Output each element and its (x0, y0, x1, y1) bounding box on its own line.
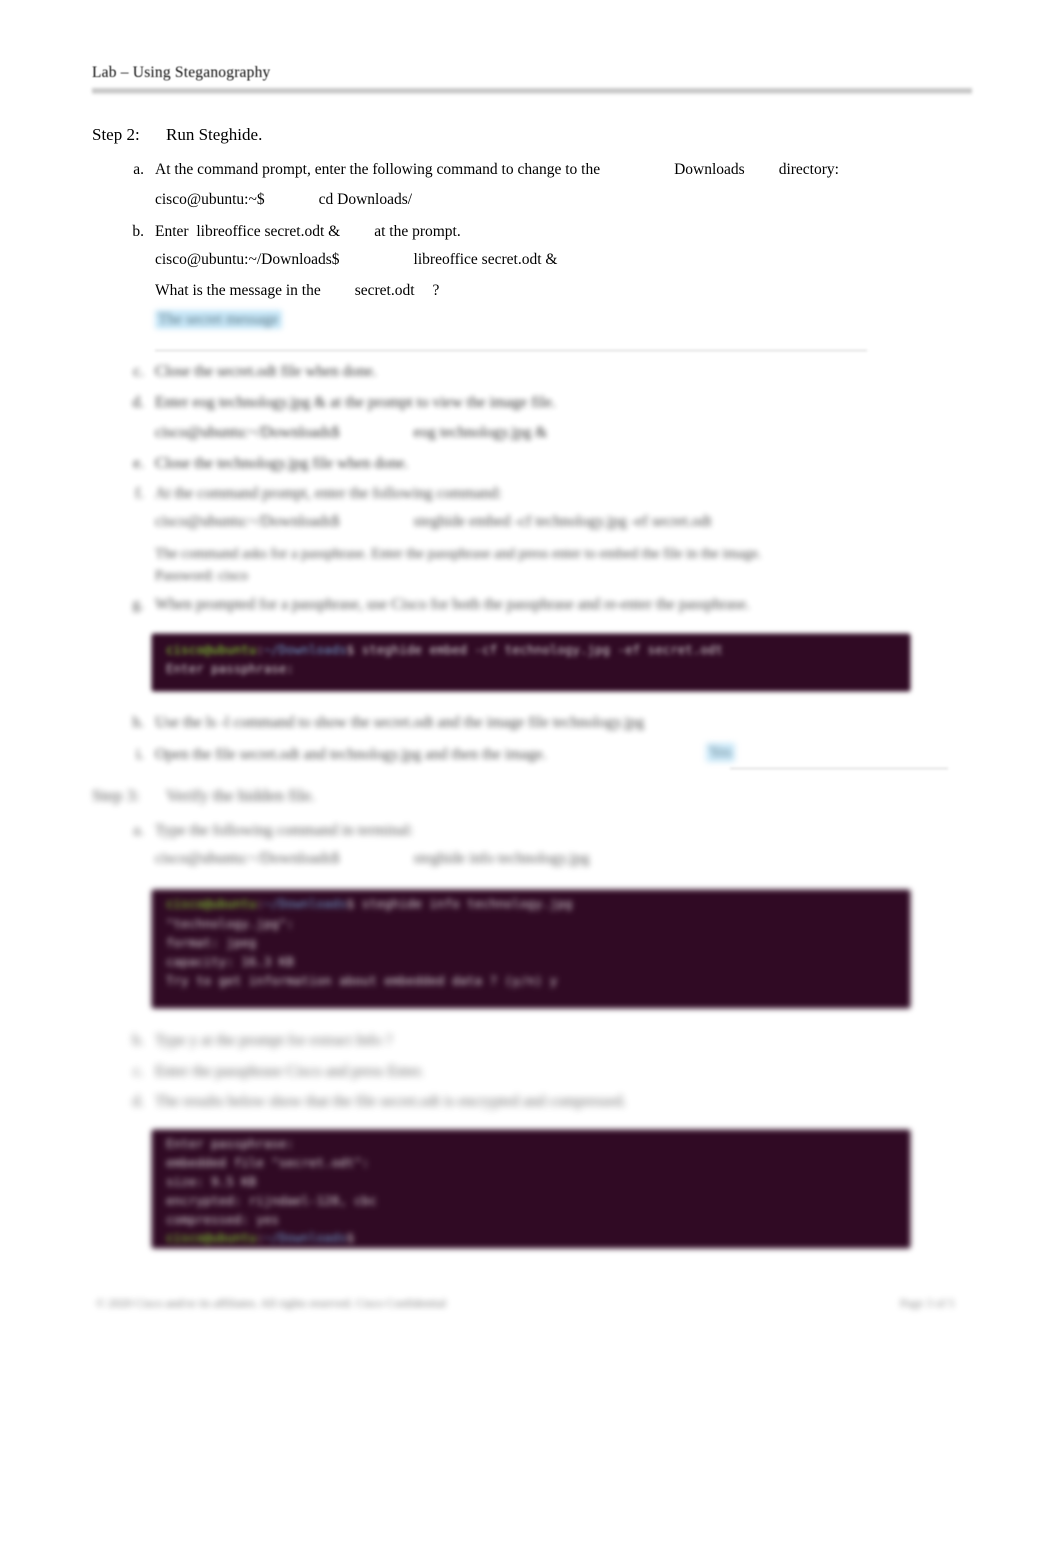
list-item-g-text: When prompted for a passphrase, use Cisc… (155, 596, 750, 613)
item-b-text-a: Enter (155, 223, 189, 240)
list-marker-b: b. (132, 223, 144, 240)
list-item-b-text: Enter libreoffice secret.odt & at the pro… (155, 223, 461, 241)
answer-blank-rule-2 (730, 768, 948, 769)
item-a-command: cd Downloads/ (318, 191, 413, 208)
step-2-heading: Step 2: Run Steghide. (92, 125, 262, 145)
item-a-text-b: Downloads (674, 161, 745, 178)
terminal-3-line-1: Enter passphrase: (166, 1136, 294, 1151)
item-f-prompt: cisco@ubuntu:~/Downloads$ (155, 513, 340, 530)
list-item-h-text: Use the ls -l command to show the secret… (155, 714, 645, 731)
item-i-answer-highlight[interactable]: Yes (706, 743, 735, 762)
item-f-command: steghide embed -cf technology.jpg -ef se… (413, 513, 712, 530)
list-marker-i: i. (135, 746, 144, 763)
item-i-answer[interactable]: Yes (706, 743, 735, 762)
terminal-1: cisco@ubuntu:~/Downloads$ steghide embed… (152, 634, 910, 691)
item-f-command-line: cisco@ubuntu:~/Downloads$ steghide embed … (155, 513, 712, 531)
terminal-1-user: cisco@ubuntu (166, 642, 257, 657)
item-d-command-line: cisco@ubuntu:~/Downloads$ eog technology.… (155, 424, 547, 442)
page-header: Lab – Using Steganography (92, 64, 972, 82)
step3-list-marker-b: b. (132, 1032, 144, 1049)
item-f-note-a: The command asks for a passphrase. Enter… (155, 546, 762, 562)
step3-list-marker-c: c. (133, 1063, 144, 1080)
list-marker-g: g. (132, 596, 144, 613)
step3-item-a-prompt: cisco@ubuntu:~/Downloads$ (155, 850, 340, 867)
item-d-prompt: cisco@ubuntu:~/Downloads$ (155, 424, 340, 441)
step3-list-item-d-text: The results below show that the file sec… (155, 1093, 627, 1110)
step-3-heading: Step 3: Verify the hidden file. (92, 786, 315, 806)
item-a-text-c: directory: (778, 161, 839, 178)
answer-blank-rule-1 (155, 350, 867, 351)
terminal-1-line-2: Enter passphrase: (166, 661, 294, 676)
terminal-2-user: cisco@ubuntu (166, 896, 257, 911)
terminal-3-line-6: cisco@ubuntu:~/Downloads$ (166, 1230, 354, 1246)
terminal-3-line-4: encrypted: rijndael-128, cbc (166, 1193, 377, 1208)
list-marker-c: c. (133, 363, 144, 380)
step-2-number: Step 2: (92, 125, 140, 144)
list-item-e-text: Close the technology.jpg file when done. (155, 455, 409, 472)
item-a-command-line: cisco@ubuntu:~$ cd Downloads/ (155, 191, 412, 209)
step-3-title: Verify the hidden file. (166, 786, 316, 805)
footer-page-number: Page 3 of 5 (900, 1296, 955, 1310)
item-b-command-line: cisco@ubuntu:~/Downloads$ libreoffice sec… (155, 251, 557, 269)
list-marker-a: a. (133, 161, 144, 178)
item-b-text-b: libreoffice secret.odt & (196, 223, 341, 240)
terminal-3-line-3: size: 9.5 KB (166, 1174, 257, 1189)
step3-item-a-command-line: cisco@ubuntu:~/Downloads$ steghide info t… (155, 850, 589, 868)
terminal-2-path: ~/Downloads (263, 896, 347, 911)
terminal-3-line-5: compressed: yes (166, 1212, 279, 1227)
terminal-1-line-1: cisco@ubuntu:~/Downloads$ steghide embed… (166, 642, 723, 658)
header-title: Lab – Using Steganography (92, 64, 271, 81)
list-marker-f: f. (134, 485, 144, 502)
terminal-3-user: cisco@ubuntu (166, 1230, 257, 1245)
terminal-2-line-5: Try to get information about embedded da… (166, 973, 558, 988)
step3-list-item-c-text: Enter the passphrase Cisco and press Ent… (155, 1063, 425, 1080)
item-d-command: eog technology.jpg & (413, 424, 548, 441)
list-item-d-text: Enter eog technology.jpg & at the prompt… (155, 394, 556, 411)
item-b-question-c: ? (432, 282, 440, 299)
list-item-c-text: Close the secret.odt file when done. (155, 363, 377, 380)
terminal-3-line-2: embedded file "secret.odt": (166, 1155, 370, 1170)
terminal-2-line-2: "technology.jpg": (166, 916, 294, 931)
step3-item-a-command: steghide info technology.jpg (413, 850, 590, 867)
step3-list-item-b-text: Type y at the prompt for extract Info ? (155, 1032, 393, 1049)
terminal-2-line-1: cisco@ubuntu:~/Downloads$ steghide info … (166, 896, 572, 912)
step-3-number: Step 3: (92, 786, 140, 805)
step3-list-marker-d: d. (132, 1093, 144, 1110)
item-f-note-b: Password: cisco (155, 568, 249, 584)
terminal-2-line-3: format: jpeg (166, 935, 257, 950)
terminal-3-sep: : (256, 1230, 264, 1245)
item-a-prompt: cisco@ubuntu:~$ (155, 191, 265, 208)
item-b-prompt: cisco@ubuntu:~/Downloads$ (155, 251, 340, 268)
list-marker-d: d. (132, 394, 144, 411)
item-b-answer-highlight[interactable]: The secret message (155, 310, 282, 329)
terminal-1-path: ~/Downloads (263, 642, 347, 657)
terminal-2: cisco@ubuntu:~/Downloads$ steghide info … (152, 890, 910, 1008)
step-2-title: Run Steghide. (166, 125, 263, 144)
list-marker-h: h. (132, 714, 144, 731)
item-b-command: libreoffice secret.odt & (413, 251, 558, 268)
list-item-a-text: At the command prompt, enter the followi… (155, 161, 839, 179)
footer-copyright: © 2020 Cisco and/or its affiliates. All … (96, 1296, 447, 1310)
item-b-question: What is the message in the secret.odt? (155, 282, 439, 300)
terminal-3-sym: $ (346, 1230, 355, 1245)
item-b-text-c: at the prompt. (374, 223, 461, 240)
terminal-2-cmd: steghide info technology.jpg (354, 896, 573, 911)
terminal-3: Enter passphrase: embedded file "secret.… (152, 1130, 910, 1248)
step3-list-marker-a: a. (133, 822, 144, 839)
header-divider (92, 88, 972, 94)
terminal-2-sep: : (256, 896, 264, 911)
item-a-text-a: At the command prompt, enter the followi… (155, 161, 601, 178)
item-b-answer[interactable]: The secret message (155, 310, 282, 329)
list-item-f-text: At the command prompt, enter the followi… (155, 485, 502, 502)
item-b-question-b: secret.odt (354, 282, 415, 299)
terminal-1-cmd: steghide embed -cf technology.jpg -ef se… (354, 642, 723, 657)
terminal-2-line-4: capacity: 16.3 KB (166, 954, 294, 969)
step3-list-item-a-text: Type the following command in terminal: (155, 822, 414, 839)
terminal-3-path: ~/Downloads (263, 1230, 347, 1245)
list-marker-e: e. (133, 455, 144, 472)
document-page: Lab – Using Steganography Step 2: Run Ste… (0, 0, 1062, 1561)
terminal-1-sep: : (256, 642, 264, 657)
item-b-question-a: What is the message in the (155, 282, 321, 299)
list-item-i-text: Open the file secret.odt and technology.… (155, 746, 547, 763)
